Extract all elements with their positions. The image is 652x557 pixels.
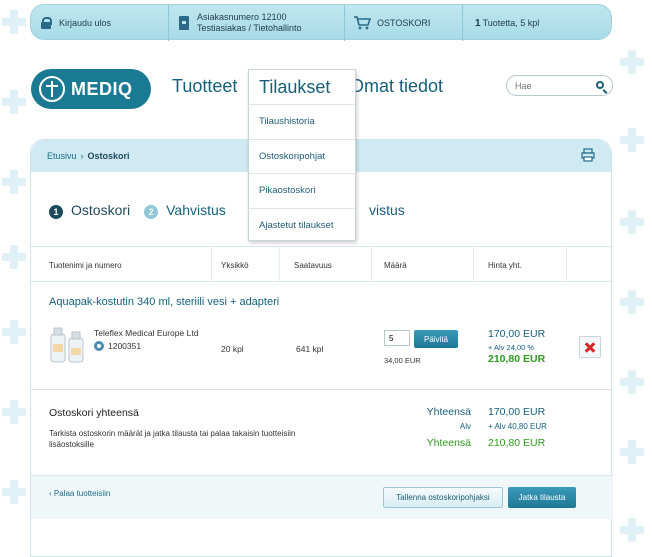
cart-label: OSTOSKORI [377,18,431,28]
update-button[interactable]: Päivitä [414,330,458,348]
top-bar: Kirjaudu ulos Asiakasnumero 12100 Testia… [30,4,613,41]
customer-number: Asiakasnumero 12100 [197,12,287,22]
print-icon[interactable] [581,148,595,162]
column-divider [473,247,474,281]
table-header: Tuotenimi ja numero Yksikkö Saatavuus Mä… [31,246,613,282]
orders-dropdown: Tilaukset Tilaushistoria Ostoskoripohjat… [248,69,356,241]
cart-count[interactable]: 1 Tuotetta, 5 kpl [463,5,613,41]
mediq-logo[interactable]: MEDIQ [31,69,151,109]
quantity-input[interactable] [384,330,410,346]
customer-card-icon [179,16,189,30]
checkout-steps: 1 Ostoskori 2 Vahvistus vistus [49,202,405,219]
nav-orders[interactable]: Tilaukset [249,70,355,105]
step-1-number: 1 [49,205,63,219]
product-info-icon[interactable] [94,341,104,351]
column-divider [371,247,372,281]
save-as-template-button[interactable]: Tallenna ostoskoripohjaksi [383,487,503,508]
step-cart: 1 Ostoskori [49,202,130,219]
remove-item-button[interactable] [579,336,601,358]
totals-description: Tarkista ostoskorin määrät ja jatka tila… [49,429,296,449]
product-supplier: Teleflex Medical Europe Ltd [94,328,199,338]
continue-order-button[interactable]: Jatka tilausta [508,487,576,508]
step-2-label: Vahvistus [166,202,226,218]
product-id: 1200351 [108,341,142,351]
price-excl-vat: 170,00 EUR [488,328,546,340]
table-row: Teleflex Medical Europe Ltd 1200351 20 k… [31,318,613,388]
price-incl-vat: 210,80 EUR [488,353,546,365]
cart-count-number: 1 [475,17,481,29]
product-availability: 641 kpl [296,344,324,354]
back-label: Palaa tuotteisiin [53,489,111,498]
dropdown-item-cart-templates[interactable]: Ostoskoripohjat [249,140,355,174]
product-unit: 20 kpl [221,344,244,354]
column-divider [211,247,212,281]
dropdown-item-order-history[interactable]: Tilaushistoria [249,105,355,140]
vat-value: + Alv 40,80 EUR [488,422,547,431]
step-confirm: 2 Vahvistus [144,202,226,219]
product-title[interactable]: Aquapak-kostutin 340 ml, steriili vesi +… [49,296,279,308]
lock-icon [41,17,52,29]
cart-count-text: Tuotetta, 5 kpl [482,18,540,28]
customer-info[interactable]: Asiakasnumero 12100 Testiasiakas / Tieto… [169,5,345,41]
vat-label: Alv [459,422,471,431]
unit-price: 34,00 EUR [384,356,421,365]
step-3-label: vistus [369,202,405,218]
column-header-total: Hinta yht. [488,261,522,270]
total-label-incl: Yhteensä [426,437,471,449]
logo-text: MEDIQ [71,78,133,99]
column-divider [279,247,280,281]
breadcrumb-home[interactable]: Etusivu [47,151,77,161]
step-1-label: Ostoskori [71,202,131,218]
back-to-products-link[interactable]: ‹ Palaa tuotteisiin [49,489,110,498]
totals-title: Ostoskori yhteensä [49,407,139,419]
cart-link[interactable]: OSTOSKORI [345,5,463,41]
product-number: 1200351 [94,341,141,351]
vat-rate: + Alv 24,00 % [488,343,535,352]
customer-name: Testiasiakas / Tietohallinto [197,23,302,33]
column-divider [566,247,567,281]
nav-products[interactable]: Tuotteet [172,76,237,97]
search-box [506,75,613,96]
column-header-unit: Yksikkö [221,261,249,270]
total-label-excl: Yhteensä [426,406,471,418]
search-icon[interactable] [596,81,604,89]
logout-link[interactable]: Kirjaudu ulos [31,5,169,41]
total-value-incl: 210,80 EUR [488,437,546,449]
column-header-product: Tuotenimi ja numero [49,261,122,270]
logout-label: Kirjaudu ulos [59,18,112,28]
breadcrumb-separator: › [80,151,84,161]
column-header-quantity: Määrä [384,261,407,270]
dropdown-item-scheduled-orders[interactable]: Ajastetut tilaukset [249,209,355,244]
cart-totals: Ostoskori yhteensä Tarkista ostoskorin m… [31,389,613,475]
dropdown-item-quick-cart[interactable]: Pikaostoskori [249,174,355,209]
mediq-logo-icon [39,76,65,102]
step-2-number: 2 [144,205,159,219]
breadcrumb-current: Ostoskori [87,151,130,161]
total-value-excl: 170,00 EUR [488,406,546,418]
cart-icon [354,16,371,30]
cart-actions: ‹ Palaa tuotteisiin Tallenna ostoskoripo… [31,475,613,519]
product-image[interactable] [49,326,87,366]
column-header-availability: Saatavuus [294,261,332,270]
nav-own-info[interactable]: Omat tiedot [350,76,443,97]
search-input[interactable] [515,80,593,91]
